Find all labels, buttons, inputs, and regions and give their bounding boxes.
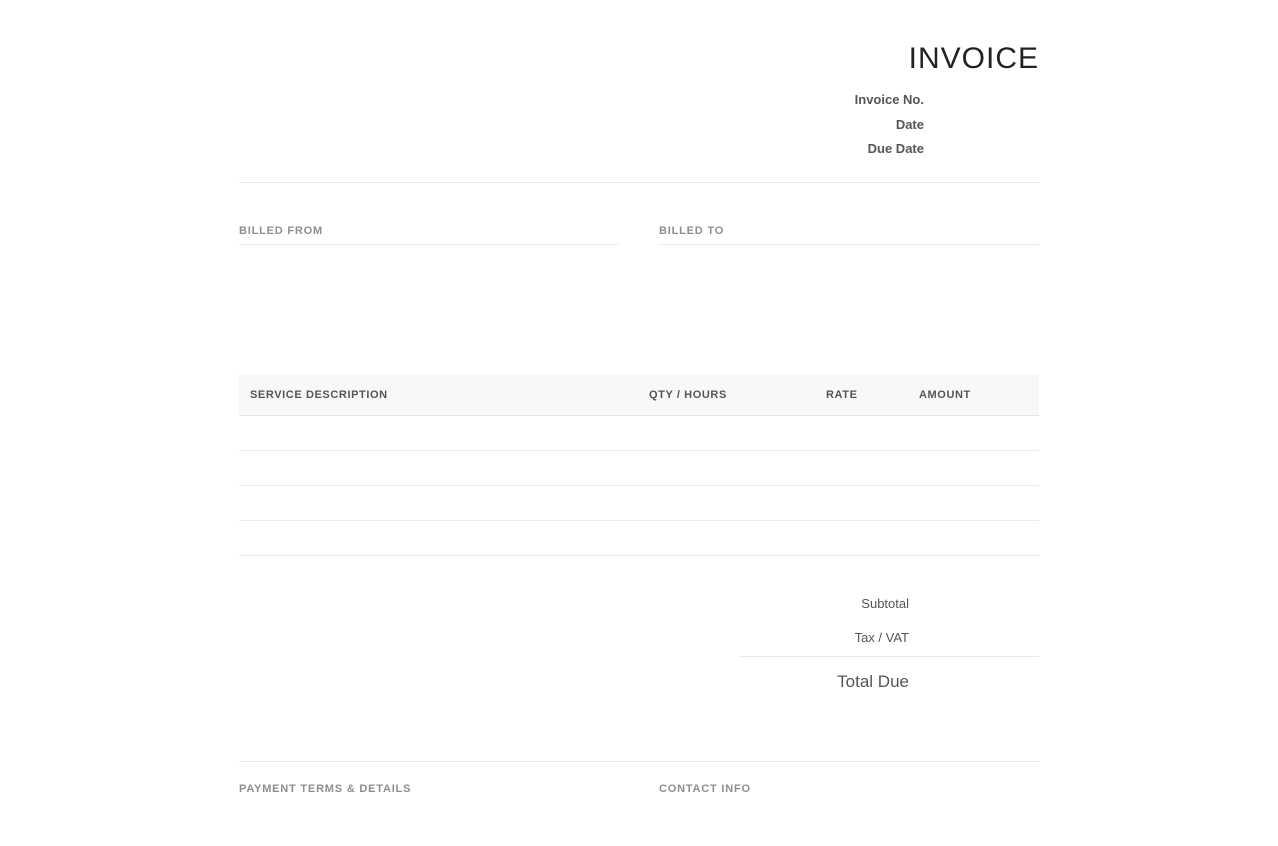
- subtotal-row: Subtotal: [739, 590, 1039, 624]
- table-row: [239, 486, 1039, 521]
- column-header-qty: QTY / HOURS: [649, 389, 727, 401]
- header-divider: [239, 182, 1039, 183]
- table-row: [239, 451, 1039, 486]
- contact-info-section: CONTACT INFO: [659, 782, 751, 796]
- invoice-title: INVOICE: [908, 42, 1039, 75]
- column-header-description: SERVICE DESCRIPTION: [250, 389, 388, 401]
- contact-info-label: CONTACT INFO: [659, 783, 751, 795]
- total-due-label: Total Due: [837, 672, 909, 691]
- table-row: [239, 521, 1039, 556]
- billed-to-label: BILLED TO: [659, 225, 725, 237]
- invoice-due-date-label: Due Date: [867, 141, 924, 156]
- line-items-header: SERVICE DESCRIPTION QTY / HOURS RATE AMO…: [239, 375, 1039, 416]
- subtotal-label: Subtotal: [861, 596, 909, 611]
- tax-label: Tax / VAT: [854, 630, 909, 645]
- invoice-date-label: Date: [895, 116, 924, 132]
- payment-terms-label: PAYMENT TERMS & DETAILS: [239, 783, 412, 795]
- billed-to-section: BILLED TO: [659, 224, 1039, 245]
- column-header-amount: AMOUNT: [919, 389, 971, 401]
- totals-section: Subtotal Tax / VAT Total Due: [739, 590, 1039, 697]
- table-row: [239, 416, 1039, 451]
- invoice-number-label: Invoice No.: [854, 92, 924, 107]
- total-due-row: Total Due: [739, 657, 1039, 697]
- billed-from-section: BILLED FROM: [239, 224, 619, 245]
- payment-terms-section: PAYMENT TERMS & DETAILS: [239, 782, 411, 796]
- billed-from-label: BILLED FROM: [239, 225, 323, 237]
- invoice-page: INVOICE Invoice No. Date Due Date BILLED…: [239, 0, 1039, 846]
- column-header-rate: RATE: [826, 389, 858, 401]
- tax-row: Tax / VAT: [739, 624, 1039, 658]
- line-items-table: SERVICE DESCRIPTION QTY / HOURS RATE AMO…: [239, 375, 1039, 556]
- footer-divider: [239, 761, 1039, 762]
- invoice-meta: Invoice No. Date Due Date: [855, 91, 924, 165]
